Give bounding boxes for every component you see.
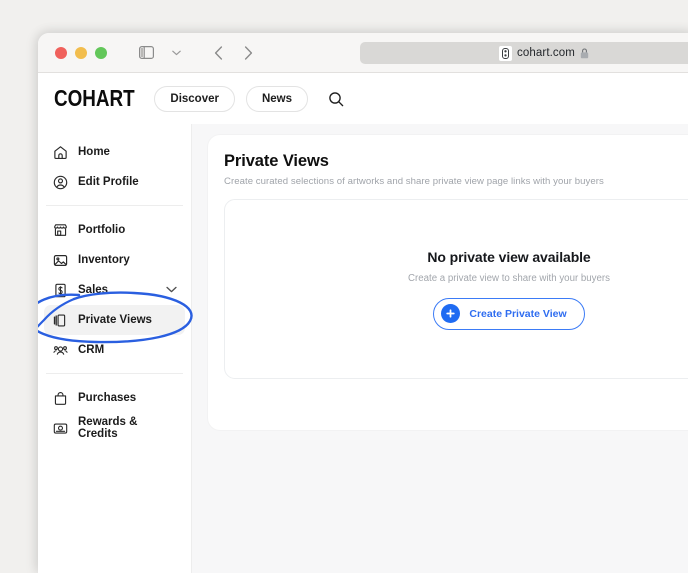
sidebar-item-label: Purchases	[78, 392, 137, 404]
reward-card-icon	[53, 421, 68, 436]
sidebar-item-rewards-credits[interactable]: Rewards & Credits	[44, 413, 185, 443]
sidebar-item-label: Inventory	[78, 254, 130, 266]
create-private-view-button[interactable]: Create Private View	[433, 297, 585, 330]
sidebar-item-inventory[interactable]: Inventory	[44, 245, 185, 275]
sidebar-item-purchases[interactable]: Purchases	[44, 383, 185, 413]
sidebar-item-label: Portfolio	[78, 224, 126, 236]
lock-icon	[580, 47, 589, 59]
users-group-icon	[53, 343, 68, 358]
maximize-window-button[interactable]	[95, 46, 107, 59]
sidebar-item-sales[interactable]: Sales	[44, 275, 185, 305]
chevron-down-icon[interactable]	[166, 284, 177, 296]
nav-news[interactable]: News	[245, 85, 309, 112]
home-icon	[53, 145, 68, 160]
url-text: cohart.com	[517, 47, 575, 59]
sidebar-item-crm[interactable]: CRM	[44, 335, 185, 365]
search-icon[interactable]	[323, 86, 349, 112]
sidebar-item-portfolio[interactable]: Portfolio	[44, 215, 185, 245]
sidebar-divider-2	[46, 373, 183, 374]
empty-state-subtitle: Create a private view to share with your…	[408, 272, 610, 284]
sidebar-item-label: Home	[78, 146, 110, 158]
book-open-icon	[53, 313, 68, 328]
sidebar-item-label: Private Views	[78, 314, 152, 326]
site-header: COHART Discover News	[38, 73, 688, 124]
browser-toolbar	[132, 40, 262, 66]
sidebar-item-label: Sales	[78, 284, 109, 296]
main-content: Private Views Create curated selections …	[192, 124, 688, 573]
image-icon	[53, 253, 68, 268]
user-circle-icon	[53, 175, 68, 190]
chevron-down-icon[interactable]	[162, 40, 190, 66]
empty-state-title: No private view available	[427, 248, 591, 265]
close-window-button[interactable]	[55, 46, 67, 59]
back-arrow-icon[interactable]	[204, 40, 232, 66]
sidebar-item-label: Edit Profile	[78, 176, 139, 188]
money-bill-icon	[53, 283, 68, 298]
private-views-card: Private Views Create curated selections …	[208, 135, 688, 430]
empty-state-box: No private view available Create a priva…	[224, 199, 688, 379]
sidebar-divider-1	[46, 205, 183, 206]
shopping-bag-icon	[53, 391, 68, 406]
sidebar: Home Edit Profile Portfolio Inventory Sa…	[38, 124, 193, 573]
storefront-icon	[53, 223, 68, 238]
traffic-lights	[55, 46, 107, 59]
page-title: Private Views	[224, 152, 329, 170]
nav-discover[interactable]: Discover	[154, 85, 235, 112]
forward-arrow-icon[interactable]	[234, 40, 262, 66]
sidebar-item-edit-profile[interactable]: Edit Profile	[44, 167, 185, 197]
cohart-logo[interactable]: COHART	[54, 85, 135, 112]
sidebar-item-private-views[interactable]: Private Views	[38, 291, 193, 344]
sidebar-item-home[interactable]: Home	[44, 137, 185, 167]
browser-window: cohart.com COHART Discover News Home Edi…	[38, 33, 688, 573]
address-bar[interactable]: cohart.com	[360, 42, 688, 64]
create-private-view-label: Create Private View	[469, 307, 567, 320]
page-subtitle: Create curated selections of artworks an…	[224, 176, 604, 187]
sidebar-toggle-icon[interactable]	[132, 40, 160, 66]
browser-titlebar: cohart.com	[38, 33, 688, 73]
sidebar-item-label: CRM	[78, 344, 105, 356]
privacy-shield-icon[interactable]	[499, 45, 513, 61]
plus-circle-icon	[441, 304, 461, 323]
app-body: Home Edit Profile Portfolio Inventory Sa…	[38, 124, 688, 573]
sidebar-item-label: Rewards & Credits	[78, 416, 138, 440]
minimize-window-button[interactable]	[75, 46, 87, 59]
